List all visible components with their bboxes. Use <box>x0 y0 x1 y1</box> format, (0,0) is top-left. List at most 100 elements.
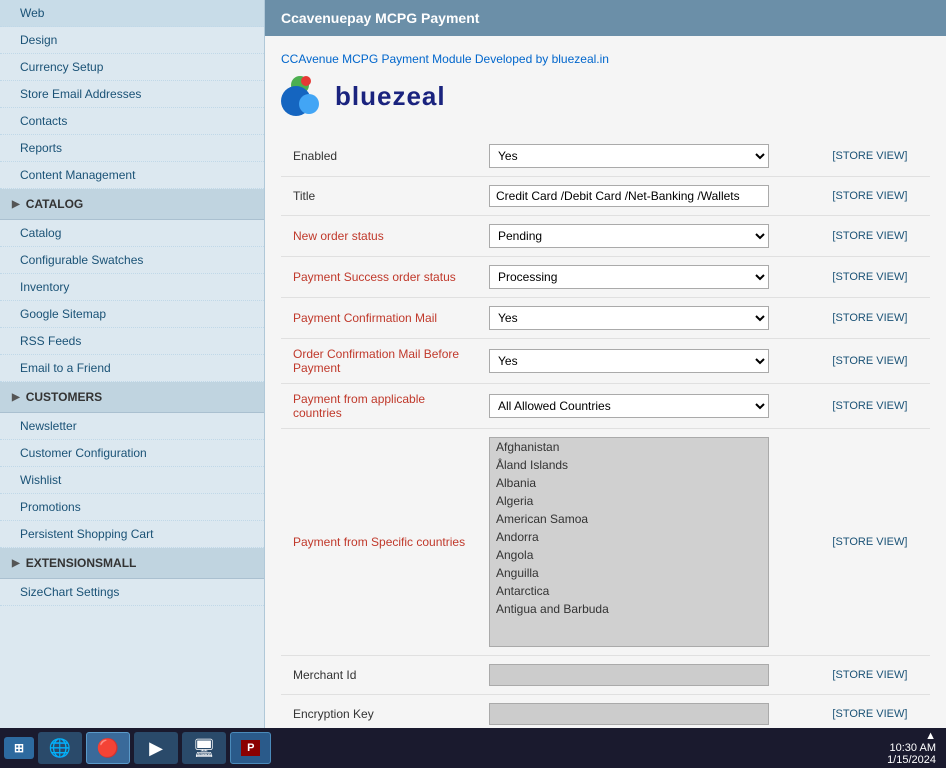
sidebar-item-configurable-swatches[interactable]: Configurable Swatches <box>0 247 264 274</box>
taskbar-active-app[interactable]: P <box>230 732 271 764</box>
sidebar-item-email-to-friend[interactable]: Email to a Friend <box>0 355 264 382</box>
input-cell-payment-confirmation-mail: YesNo <box>481 298 824 339</box>
label-payment-specific-countries: Payment from Specific countries <box>281 429 481 656</box>
section-arrow-icon: ▶ <box>12 392 20 403</box>
sidebar-item-reports[interactable]: Reports <box>0 135 264 162</box>
form-row-payment-confirmation-mail: Payment Confirmation Mail YesNo [STORE V… <box>281 298 930 339</box>
country-item[interactable]: Antarctica <box>490 582 768 600</box>
sidebar-section-customers[interactable]: ▶CUSTOMERS <box>0 382 264 413</box>
sidebar-item-promotions[interactable]: Promotions <box>0 494 264 521</box>
input-cell-encryption-key <box>481 695 824 729</box>
form-row-title: Title [STORE VIEW] <box>281 177 930 216</box>
start-button[interactable]: ⊞ <box>4 737 34 759</box>
sidebar-item-google-sitemap[interactable]: Google Sitemap <box>0 301 264 328</box>
sidebar-item-customer-config[interactable]: Customer Configuration <box>0 440 264 467</box>
input-cell-enabled: YesNo <box>481 136 824 177</box>
label-payment-confirmation-mail: Payment Confirmation Mail <box>281 298 481 339</box>
scope-payment-confirmation-mail[interactable]: [STORE VIEW] <box>824 298 930 339</box>
bluezeal-link[interactable]: CCAvenue MCPG Payment Module Developed b… <box>281 52 930 66</box>
country-item[interactable]: American Samoa <box>490 510 768 528</box>
country-item[interactable]: Andorra <box>490 528 768 546</box>
sidebar-item-persistent-cart[interactable]: Persistent Shopping Cart <box>0 521 264 548</box>
input-cell-merchant-id <box>481 656 824 695</box>
main-content: Ccavenuepay MCPG Payment CCAvenue MCPG P… <box>265 0 946 728</box>
form-row-payment-from-countries: Payment from applicable countries All Al… <box>281 384 930 429</box>
taskbar-computer-btn[interactable]: 🖥 <box>182 732 226 764</box>
logo-light-blue-circle <box>299 94 319 114</box>
form-row-new-order-status: New order status PendingProcessingComple… <box>281 216 930 257</box>
taskbar-chrome-btn[interactable]: 🔴 <box>86 732 130 764</box>
scope-title[interactable]: [STORE VIEW] <box>824 177 930 216</box>
taskbar-media-btn[interactable]: ▶ <box>134 732 178 764</box>
sidebar-item-design[interactable]: Design <box>0 27 264 54</box>
input-title[interactable] <box>489 185 769 207</box>
select-payment-from-countries[interactable]: All Allowed CountriesSpecific Countries <box>489 394 769 418</box>
listbox-payment-specific-countries[interactable]: AfghanistanÅland IslandsAlbaniaAlgeriaAm… <box>489 437 769 647</box>
page-title: Ccavenuepay MCPG Payment <box>265 0 946 36</box>
form-row-enabled: Enabled YesNo [STORE VIEW] <box>281 136 930 177</box>
input-cell-order-confirmation-mail: YesNo <box>481 339 824 384</box>
content-body: CCAvenue MCPG Payment Module Developed b… <box>265 36 946 728</box>
label-payment-from-countries: Payment from applicable countries <box>281 384 481 429</box>
label-order-confirmation-mail: Order Confirmation Mail Before Payment <box>281 339 481 384</box>
label-title: Title <box>281 177 481 216</box>
scope-payment-success-status[interactable]: [STORE VIEW] <box>824 257 930 298</box>
bluezeal-logo: bluezeal <box>281 76 930 116</box>
taskbar-clock: ▲10:30 AM1/15/2024 <box>887 730 942 766</box>
country-item[interactable]: Algeria <box>490 492 768 510</box>
settings-form: Enabled YesNo [STORE VIEW] Title [STORE … <box>281 136 930 728</box>
scope-merchant-id[interactable]: [STORE VIEW] <box>824 656 930 695</box>
sidebar-item-inventory[interactable]: Inventory <box>0 274 264 301</box>
section-arrow-icon: ▶ <box>12 558 20 569</box>
taskbar-browser-btn[interactable]: 🌐 <box>38 732 82 764</box>
sidebar-item-sizechart-settings[interactable]: SizeChart Settings <box>0 579 264 606</box>
sidebar-item-currency-setup[interactable]: Currency Setup <box>0 54 264 81</box>
label-merchant-id: Merchant Id <box>281 656 481 695</box>
sidebar-item-wishlist[interactable]: Wishlist <box>0 467 264 494</box>
input-cell-title <box>481 177 824 216</box>
section-label: CATALOG <box>26 197 84 211</box>
sidebar-item-rss-feeds[interactable]: RSS Feeds <box>0 328 264 355</box>
sidebar-item-store-email[interactable]: Store Email Addresses <box>0 81 264 108</box>
scope-new-order-status[interactable]: [STORE VIEW] <box>824 216 930 257</box>
select-payment-confirmation-mail[interactable]: YesNo <box>489 306 769 330</box>
bluezeal-logo-text: bluezeal <box>335 81 446 112</box>
scope-order-confirmation-mail[interactable]: [STORE VIEW] <box>824 339 930 384</box>
sidebar-section-catalog[interactable]: ▶CATALOG <box>0 189 264 220</box>
sidebar-item-content-management[interactable]: Content Management <box>0 162 264 189</box>
input-cell-payment-success-status: PendingProcessingComplete <box>481 257 824 298</box>
scope-enabled[interactable]: [STORE VIEW] <box>824 136 930 177</box>
label-new-order-status: New order status <box>281 216 481 257</box>
label-encryption-key: Encryption Key <box>281 695 481 729</box>
select-payment-success-status[interactable]: PendingProcessingComplete <box>489 265 769 289</box>
select-enabled[interactable]: YesNo <box>489 144 769 168</box>
sidebar-item-catalog-item[interactable]: Catalog <box>0 220 264 247</box>
input-cell-payment-from-countries: All Allowed CountriesSpecific Countries <box>481 384 824 429</box>
label-payment-success-status: Payment Success order status <box>281 257 481 298</box>
country-item[interactable]: Angola <box>490 546 768 564</box>
scope-payment-specific-countries[interactable]: [STORE VIEW] <box>824 429 930 656</box>
form-row-encryption-key: Encryption Key [STORE VIEW] <box>281 695 930 729</box>
taskbar: ⊞ 🌐 🔴 ▶ 🖥 P ▲10:30 AM1/15/2024 <box>0 728 946 768</box>
select-order-confirmation-mail[interactable]: YesNo <box>489 349 769 373</box>
country-item[interactable]: Anguilla <box>490 564 768 582</box>
country-item[interactable]: Åland Islands <box>490 456 768 474</box>
sidebar-item-newsletter[interactable]: Newsletter <box>0 413 264 440</box>
scope-encryption-key[interactable]: [STORE VIEW] <box>824 695 930 729</box>
input-cell-payment-specific-countries: AfghanistanÅland IslandsAlbaniaAlgeriaAm… <box>481 429 824 656</box>
input-encryption-key[interactable] <box>489 703 769 725</box>
form-row-order-confirmation-mail: Order Confirmation Mail Before Payment Y… <box>281 339 930 384</box>
sidebar-item-contacts[interactable]: Contacts <box>0 108 264 135</box>
sidebar: WebDesignCurrency SetupStore Email Addre… <box>0 0 265 728</box>
country-item[interactable]: Antigua and Barbuda <box>490 600 768 618</box>
label-enabled: Enabled <box>281 136 481 177</box>
country-item[interactable]: Afghanistan <box>490 438 768 456</box>
scope-payment-from-countries[interactable]: [STORE VIEW] <box>824 384 930 429</box>
select-new-order-status[interactable]: PendingProcessingComplete <box>489 224 769 248</box>
input-merchant-id[interactable] <box>489 664 769 686</box>
sidebar-section-extensionsmall[interactable]: ▶EXTENSIONSMALL <box>0 548 264 579</box>
windows-icon: ⊞ <box>14 741 24 755</box>
sidebar-item-web[interactable]: Web <box>0 0 264 27</box>
form-row-payment-success-status: Payment Success order status PendingProc… <box>281 257 930 298</box>
country-item[interactable]: Albania <box>490 474 768 492</box>
